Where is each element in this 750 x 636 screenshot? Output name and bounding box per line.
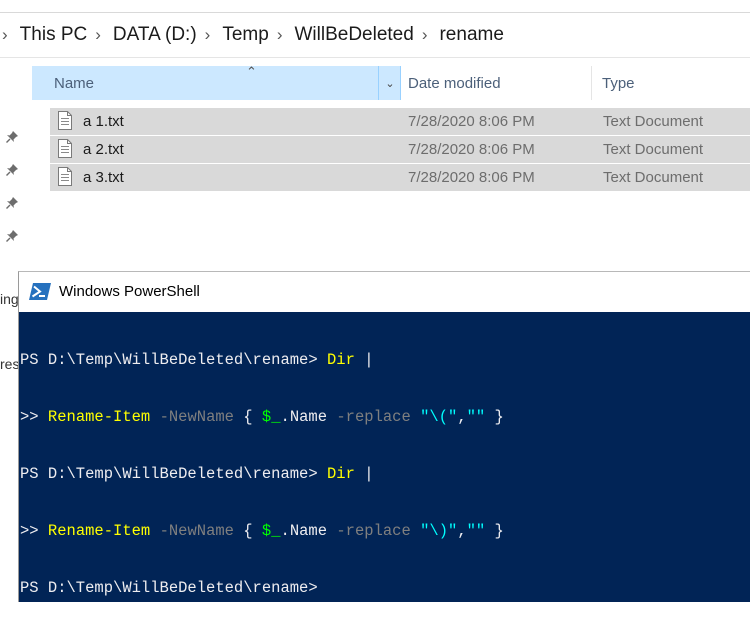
console-string: "" xyxy=(466,522,486,540)
console-parameter: -NewName xyxy=(159,522,234,540)
console-output[interactable]: PS D:\Temp\WillBeDeleted\rename> Dir | >… xyxy=(19,313,750,602)
file-date: 7/28/2020 8:06 PM xyxy=(408,141,535,158)
console-command: Rename-Item xyxy=(47,408,151,426)
breadcrumb-this-pc[interactable]: This PC xyxy=(20,24,88,46)
breadcrumb-data-drive[interactable]: DATA (D:) xyxy=(113,24,197,46)
column-header-name[interactable]: Name ⌃ ⌄ xyxy=(32,64,401,100)
file-type: Text Document xyxy=(603,141,704,158)
console-line: >> Rename-Item -NewName { $_.Name -repla… xyxy=(20,522,750,541)
powershell-window[interactable]: Windows PowerShell PS D:\Temp\WillBeDele… xyxy=(18,271,750,602)
column-header-date[interactable]: Date modified xyxy=(401,66,592,100)
console-property: .Name xyxy=(280,522,328,540)
console-variable: $_ xyxy=(261,522,281,540)
column-header-row: Name ⌃ ⌄ Date modified Type xyxy=(0,64,750,100)
file-name: a 1.txt xyxy=(83,113,124,130)
console-line: PS D:\Temp\WillBeDeleted\rename> xyxy=(20,579,750,598)
file-row[interactable]: a 2.txt 7/28/2020 8:06 PM Text Document xyxy=(50,136,750,163)
console-prompt: PS D:\Temp\WillBeDeleted\rename> xyxy=(20,465,318,483)
pin-icon[interactable] xyxy=(4,195,20,211)
file-type: Text Document xyxy=(603,113,704,130)
console-continuation: >> xyxy=(20,522,39,540)
pin-icon[interactable] xyxy=(4,228,20,244)
breadcrumb[interactable]: › This PC › DATA (D:) › Temp › WillBeDel… xyxy=(0,12,750,58)
console-line: PS D:\Temp\WillBeDeleted\rename> Dir | xyxy=(20,465,750,484)
chevron-right-icon[interactable]: › xyxy=(2,25,8,45)
column-header-date-label: Date modified xyxy=(408,74,501,92)
console-command: Dir xyxy=(326,465,355,483)
sort-ascending-icon: ⌃ xyxy=(246,64,257,79)
console-parameter: -replace xyxy=(336,522,411,540)
text-file-icon xyxy=(58,111,72,130)
powershell-icon xyxy=(29,283,51,300)
console-brace: { xyxy=(243,522,253,540)
chevron-right-icon[interactable]: › xyxy=(95,25,101,45)
file-row[interactable]: a 1.txt 7/28/2020 8:06 PM Text Document xyxy=(50,108,750,135)
console-property: .Name xyxy=(280,408,328,426)
console-pipe: | xyxy=(364,465,374,483)
column-header-name-label: Name xyxy=(54,74,95,92)
breadcrumb-temp[interactable]: Temp xyxy=(222,24,268,46)
console-prompt: PS D:\Temp\WillBeDeleted\rename> xyxy=(20,351,318,369)
console-comma: , xyxy=(457,522,467,540)
breadcrumb-rename[interactable]: rename xyxy=(439,24,503,46)
pin-icon[interactable] xyxy=(4,162,20,178)
console-variable: $_ xyxy=(261,408,281,426)
console-command: Rename-Item xyxy=(47,522,151,540)
text-file-icon xyxy=(58,139,72,158)
file-type: Text Document xyxy=(603,169,704,186)
column-header-type[interactable]: Type xyxy=(592,66,750,100)
console-string: "\)" xyxy=(420,522,458,540)
console-prompt: PS D:\Temp\WillBeDeleted\rename> xyxy=(20,579,318,597)
chevron-right-icon[interactable]: › xyxy=(277,25,283,45)
chevron-right-icon[interactable]: › xyxy=(205,25,211,45)
console-brace: } xyxy=(494,522,504,540)
console-command: Dir xyxy=(326,351,355,369)
console-comma: , xyxy=(457,408,467,426)
console-string: "" xyxy=(466,408,486,426)
console-brace: } xyxy=(494,408,504,426)
console-pipe: | xyxy=(364,351,374,369)
file-name: a 2.txt xyxy=(83,141,124,158)
file-list: a 1.txt 7/28/2020 8:06 PM Text Document … xyxy=(50,108,750,192)
text-file-icon xyxy=(58,167,72,186)
file-name: a 3.txt xyxy=(83,169,124,186)
console-string: "\(" xyxy=(420,408,458,426)
sidebar-item-fragment[interactable]: res xyxy=(0,356,19,372)
column-filter-dropdown-icon[interactable]: ⌄ xyxy=(378,66,401,100)
console-brace: { xyxy=(243,408,253,426)
column-header-type-label: Type xyxy=(602,74,635,92)
file-date: 7/28/2020 8:06 PM xyxy=(408,113,535,130)
console-continuation: >> xyxy=(20,408,39,426)
breadcrumb-willbedeleted[interactable]: WillBeDeleted xyxy=(294,24,413,46)
file-date: 7/28/2020 8:06 PM xyxy=(408,169,535,186)
console-line: PS D:\Temp\WillBeDeleted\rename> Dir | xyxy=(20,351,750,370)
sidebar-item-fragment[interactable]: ing xyxy=(0,291,19,307)
console-line: >> Rename-Item -NewName { $_.Name -repla… xyxy=(20,408,750,427)
chevron-right-icon[interactable]: › xyxy=(422,25,428,45)
file-row[interactable]: a 3.txt 7/28/2020 8:06 PM Text Document xyxy=(50,164,750,191)
powershell-titlebar[interactable]: Windows PowerShell xyxy=(19,272,750,312)
pin-icon[interactable] xyxy=(4,129,20,145)
window-title: Windows PowerShell xyxy=(59,283,200,300)
console-parameter: -NewName xyxy=(159,408,234,426)
console-parameter: -replace xyxy=(336,408,411,426)
